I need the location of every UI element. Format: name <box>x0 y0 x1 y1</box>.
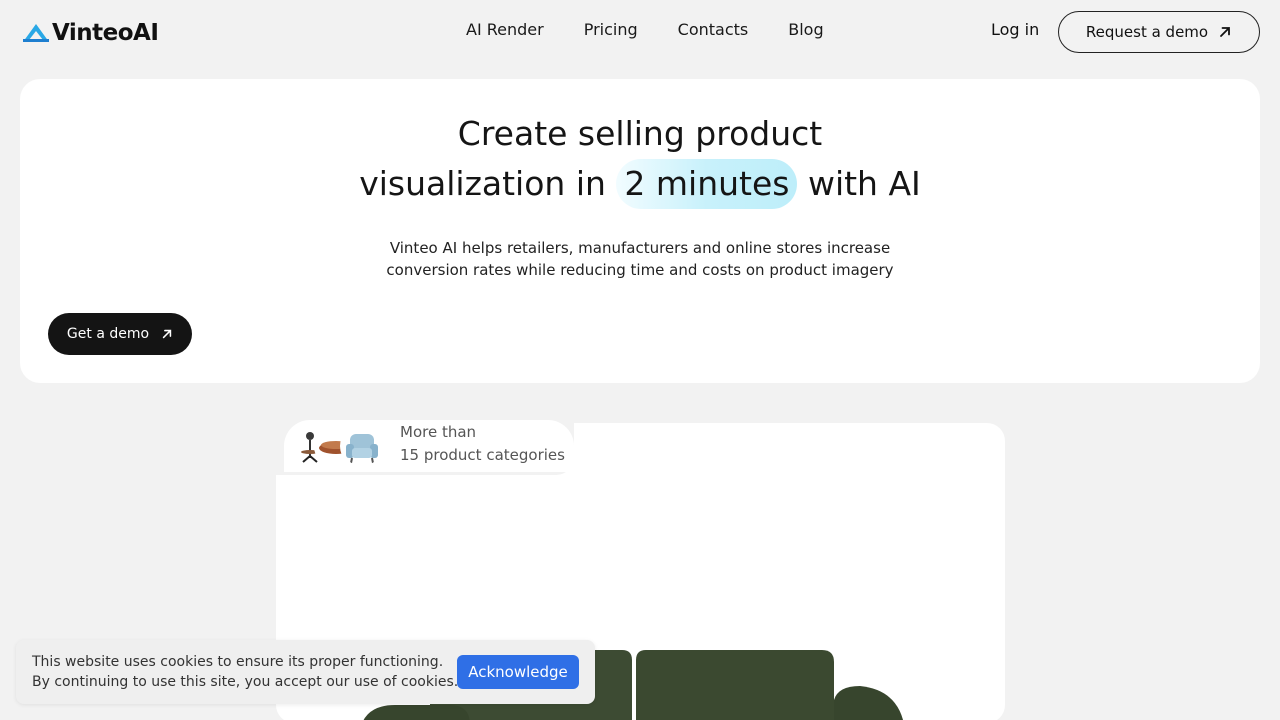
hero-subtitle-line2: conversion rates while reducing time and… <box>386 261 894 279</box>
main-nav: AI Render Pricing Contacts Blog <box>466 20 824 39</box>
hero-title-line2-start: visualization in <box>359 164 617 203</box>
categories-text: More than 15 product categories <box>400 421 565 467</box>
categories-badge: More than 15 product categories <box>284 420 574 472</box>
hero-title-line2-end: with AI <box>797 164 921 203</box>
site-header: VinteoAI AI Render Pricing Contacts Blog… <box>0 0 1280 64</box>
acknowledge-button[interactable]: Acknowledge <box>457 655 579 689</box>
armchair-icon <box>346 434 378 464</box>
hero-title: Create selling product visualization in … <box>20 109 1260 209</box>
hero-card: Create selling product visualization in … <box>20 79 1260 383</box>
request-demo-label: Request a demo <box>1085 23 1209 41</box>
cookie-line2: By continuing to use this site, you acce… <box>32 674 459 690</box>
categories-line2: 15 product categories <box>400 446 565 464</box>
cookie-message: This website uses cookies to ensure its … <box>32 652 458 692</box>
logo-text: VinteoAI <box>52 20 159 46</box>
logo[interactable]: VinteoAI <box>22 18 159 48</box>
categories-line1: More than <box>400 423 477 441</box>
arrow-up-right-icon <box>162 329 172 339</box>
nav-ai-render[interactable]: AI Render <box>466 20 544 39</box>
nav-contacts[interactable]: Contacts <box>678 20 749 39</box>
hero-subtitle: Vinteo AI helps retailers, manufacturers… <box>20 237 1260 281</box>
get-demo-label: Get a demo <box>66 326 150 342</box>
login-link[interactable]: Log in <box>991 20 1039 39</box>
cookie-line1: This website uses cookies to ensure its … <box>32 654 444 670</box>
arrow-up-right-icon <box>1220 27 1230 37</box>
request-demo-button[interactable]: Request a demo <box>1058 11 1260 53</box>
nav-pricing[interactable]: Pricing <box>584 20 638 39</box>
nav-blog[interactable]: Blog <box>788 20 823 39</box>
armchair-thumbnail <box>340 424 384 468</box>
logo-icon <box>23 24 49 42</box>
get-demo-button[interactable]: Get a demo <box>48 313 192 355</box>
hero-title-line1: Create selling product <box>457 114 823 153</box>
hero-title-highlight: 2 minutes <box>616 159 798 209</box>
cookie-banner: This website uses cookies to ensure its … <box>16 640 595 704</box>
hero-subtitle-line1: Vinteo AI helps retailers, manufacturers… <box>389 239 891 257</box>
